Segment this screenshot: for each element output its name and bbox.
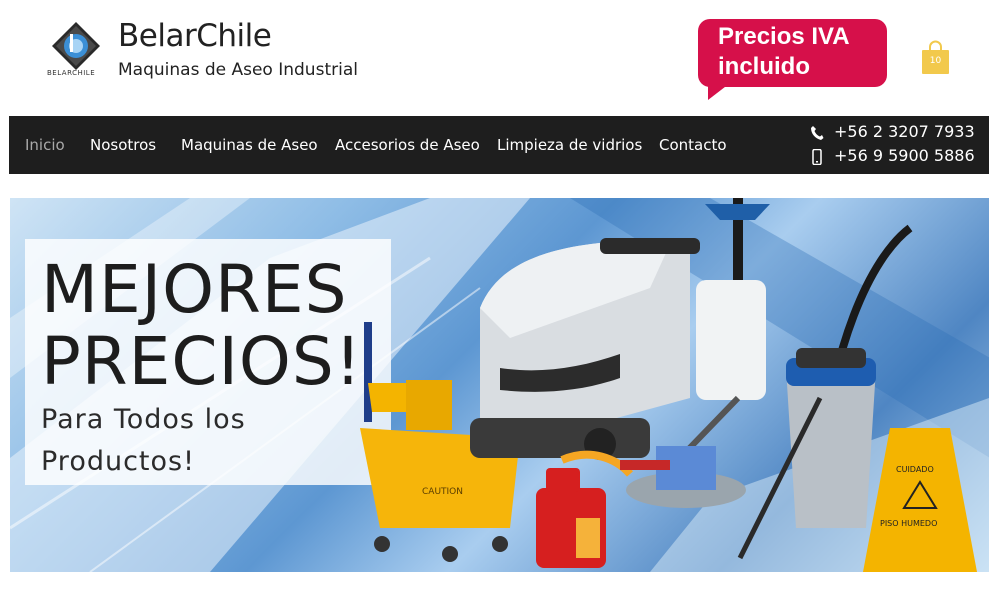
cleaning-products-image: CAUTION CUIDADO PISO HUMEDO <box>360 198 977 572</box>
site-header: BELARCHILE BelarChile Maquinas de Aseo I… <box>0 0 1005 116</box>
brand-name[interactable]: BelarChile <box>118 18 272 54</box>
nav-item-contacto[interactable]: Contacto <box>659 136 727 154</box>
phone-icon <box>811 125 824 140</box>
nav-item-inicio[interactable]: Inicio <box>25 136 65 154</box>
wet-floor-sign-icon: CUIDADO PISO HUMEDO <box>863 428 977 572</box>
phone-mobile-text: +56 9 5900 5886 <box>834 146 975 165</box>
hero-banner[interactable]: MEJORES PRECIOS! Para Todos los Producto… <box>10 198 989 572</box>
sign-label-piso: PISO HUMEDO <box>880 519 937 528</box>
nav-item-maquinas[interactable]: Maquinas de Aseo <box>181 136 318 154</box>
hero-subheadline-line1: Para Todos los <box>41 404 246 435</box>
hero-headline-line2: PRECIOS! <box>41 323 363 400</box>
cleaning-supplies-icon <box>536 450 670 568</box>
phone-landline-text: +56 2 3207 7933 <box>834 122 975 141</box>
iva-badge-tail <box>708 80 734 100</box>
hero-headline-line1: MEJORES <box>41 251 348 328</box>
hero-subheadline: Para Todos los Productos! <box>41 399 246 483</box>
brand-tagline: Maquinas de Aseo Industrial <box>118 60 358 80</box>
iva-badge-line2: incluido <box>718 53 810 80</box>
hero-subheadline-line2: Productos! <box>41 446 195 477</box>
bucket-label: CAUTION <box>422 487 463 497</box>
nav-item-accesorios[interactable]: Accesorios de Aseo <box>335 136 480 154</box>
main-nav: Inicio Nosotros Maquinas de Aseo Accesor… <box>9 116 989 174</box>
iva-badge-line1: Precios IVA <box>718 23 850 50</box>
cart-count: 10 <box>929 56 942 66</box>
logo-caption: BELARCHILE <box>47 69 96 77</box>
floor-scrubber-icon <box>470 238 700 460</box>
sign-label-cuidado: CUIDADO <box>896 465 934 474</box>
iva-badge: Precios IVA incluido <box>698 19 887 87</box>
hero-text-panel: MEJORES PRECIOS! Para Todos los Producto… <box>25 239 391 485</box>
hero-headline: MEJORES PRECIOS! <box>41 254 362 398</box>
phone-mobile[interactable]: +56 9 5900 5886 <box>810 146 975 165</box>
phone-landline[interactable]: +56 2 3207 7933 <box>810 122 975 141</box>
nav-item-vidrios[interactable]: Limpieza de vidrios <box>497 136 642 154</box>
nav-item-nosotros[interactable]: Nosotros <box>90 136 156 154</box>
mobile-phone-icon <box>812 148 822 165</box>
